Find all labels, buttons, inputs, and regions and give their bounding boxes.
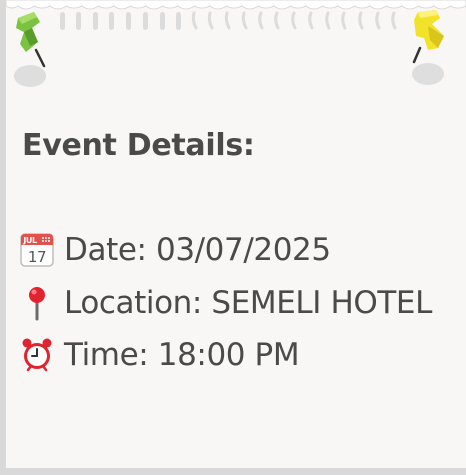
calendar-icon: JUL 17 (20, 233, 54, 267)
event-time-row: Time: 18:00 PM (20, 337, 300, 373)
event-location-row: Location: SEMELI HOTEL (20, 285, 432, 321)
event-date-label: Date: 03/07/2025 (64, 232, 331, 268)
event-location-label: Location: SEMELI HOTEL (64, 285, 432, 321)
torn-paper-edge (6, 0, 466, 36)
event-date-row: JUL 17 Date: 03/07/2025 (20, 232, 331, 268)
event-time-label: Time: 18:00 PM (64, 337, 300, 373)
location-pin-icon (29, 287, 45, 321)
event-details-heading: Event Details: (22, 128, 255, 163)
green-pushpin-icon (14, 12, 46, 87)
note-paper: Event Details: JUL 17 Date: 03/07/2025 L… (6, 0, 466, 468)
alarm-clock-icon (22, 338, 52, 372)
calendar-month: JUL (22, 236, 37, 245)
note-card-frame: Event Details: JUL 17 Date: 03/07/2025 L… (0, 0, 466, 475)
yellow-pushpin-icon (412, 10, 444, 85)
calendar-day: 17 (28, 248, 46, 266)
